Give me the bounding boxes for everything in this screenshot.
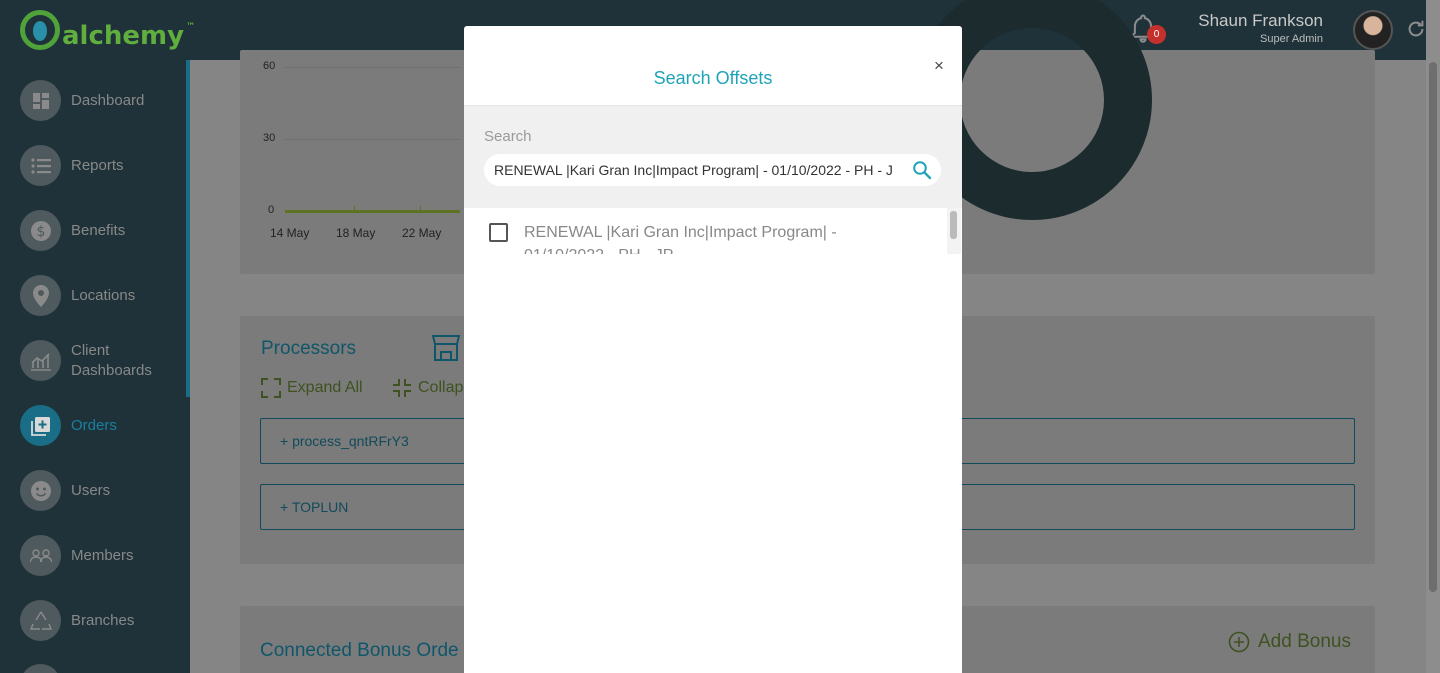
refresh-icon[interactable] xyxy=(1405,18,1427,40)
avatar[interactable] xyxy=(1353,10,1393,50)
sidebar-item-label: Branches xyxy=(71,611,135,629)
sidebar-item-label: Locations xyxy=(71,286,136,304)
plus-circle-icon xyxy=(1228,631,1250,653)
sidebar-item-client-dashboards[interactable]: Client Dashboards xyxy=(20,340,171,381)
result-label: RENEWAL |Kari Gran Inc|Impact Program| -… xyxy=(524,224,837,254)
processor-label: + process_qntRFrY3 xyxy=(280,433,409,449)
list-icon xyxy=(20,145,61,186)
add-bonus-button[interactable]: Add Bonus xyxy=(1228,631,1351,653)
sidebar-item-branches[interactable]: Branches xyxy=(20,600,134,641)
logo-trademark: ™ xyxy=(186,22,196,32)
search-offsets-modal: Search Offsets × Search RENEWAL |Kari Gr… xyxy=(464,26,962,673)
dollar-icon: $ xyxy=(20,210,61,251)
sidebar-item-reports[interactable]: Reports xyxy=(20,145,124,186)
logo-text: alchemy xyxy=(62,21,185,51)
modal-title: Search Offsets xyxy=(653,68,773,88)
search-label: Search xyxy=(484,128,532,145)
page-scrollbar-thumb[interactable] xyxy=(1429,62,1437,592)
alchemy-logo[interactable]: alchemy ™ xyxy=(20,8,195,52)
expand-all-button[interactable]: Expand All xyxy=(261,378,363,398)
x-tick-mark xyxy=(420,206,421,213)
bonus-title: Connected Bonus Orde xyxy=(260,640,459,661)
sidebar-item-label: Reports xyxy=(71,156,124,174)
sidebar-item-members[interactable]: Members xyxy=(20,535,134,576)
x-tick-mark xyxy=(354,206,355,213)
search-area: Search xyxy=(464,106,962,208)
dashboard-icon xyxy=(20,80,61,121)
processor-label: + TOPLUN xyxy=(280,499,349,515)
processors-title: Processors xyxy=(261,338,357,359)
x-tick-label: 18 May xyxy=(336,226,376,240)
smile-icon xyxy=(20,470,61,511)
grid-line xyxy=(285,67,460,68)
store-icon xyxy=(431,335,461,361)
y-tick-30: 30 xyxy=(263,132,276,144)
results-list: RENEWAL |Kari Gran Inc|Impact Program| -… xyxy=(464,208,962,254)
svg-text:$: $ xyxy=(36,224,45,240)
x-tick-label: 14 May xyxy=(270,226,310,240)
collapse-icon xyxy=(393,379,411,397)
sidebar-item-benefits[interactable]: $ Benefits xyxy=(20,210,125,251)
expand-icon xyxy=(261,378,281,398)
collapse-all-label: Collap xyxy=(418,379,464,396)
results-scrollbar-thumb[interactable] xyxy=(950,211,957,239)
group-icon xyxy=(20,535,61,576)
sidebar-item-more[interactable] xyxy=(20,664,61,673)
results-scrollbar[interactable] xyxy=(947,208,961,254)
add-bonus-label: Add Bonus xyxy=(1258,631,1351,652)
grid-line xyxy=(285,139,460,140)
search-field[interactable] xyxy=(484,154,941,186)
x-tick-label: 22 May xyxy=(402,226,442,240)
sidebar-item-label: Users xyxy=(71,481,111,499)
modal-header: Search Offsets × xyxy=(464,26,962,106)
close-icon[interactable]: × xyxy=(934,56,944,76)
collapse-all-button[interactable]: Collap xyxy=(392,378,463,398)
user-name[interactable]: Shaun Frankson xyxy=(1198,11,1323,31)
sidebar-item-orders[interactable]: Orders xyxy=(20,405,117,446)
search-icon[interactable] xyxy=(912,160,932,180)
sidebar-item-label: Client Dashboards xyxy=(71,341,152,379)
chart-icon xyxy=(20,340,61,381)
user-role: Super Admin xyxy=(1260,33,1323,45)
search-input[interactable] xyxy=(494,154,894,186)
sidebar-item-label: Benefits xyxy=(71,221,126,239)
map-pin-icon xyxy=(20,275,61,316)
series-line xyxy=(285,210,460,213)
recycle-icon xyxy=(20,600,61,641)
expand-all-label: Expand All xyxy=(287,379,363,396)
logo-mark-icon xyxy=(20,10,60,50)
sidebar-item-dashboard[interactable]: Dashboard xyxy=(20,80,144,121)
sidebar-item-label: Orders xyxy=(71,416,117,434)
sidebar-item-users[interactable]: Users xyxy=(20,470,110,511)
sidebar-item-label: Members xyxy=(71,546,134,564)
more-icon xyxy=(20,664,61,673)
result-checkbox[interactable] xyxy=(489,223,508,242)
sidebar-item-locations[interactable]: Locations xyxy=(20,275,135,316)
y-tick-0: 0 xyxy=(268,204,275,216)
y-tick-60: 60 xyxy=(263,60,276,72)
add-box-icon xyxy=(20,405,61,446)
sidebar-item-label: Dashboard xyxy=(71,91,145,109)
